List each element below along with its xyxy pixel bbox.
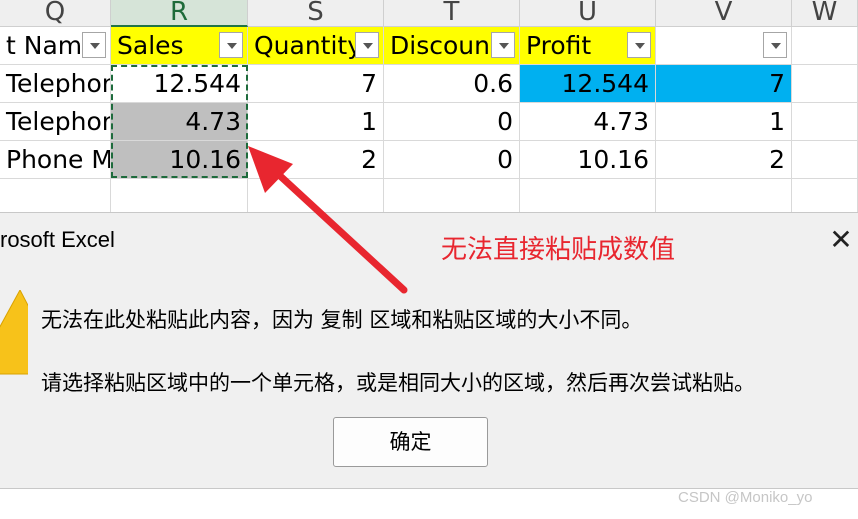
watermark: CSDN @Moniko_yo bbox=[678, 489, 813, 506]
annotation-arrow-icon bbox=[248, 146, 408, 294]
